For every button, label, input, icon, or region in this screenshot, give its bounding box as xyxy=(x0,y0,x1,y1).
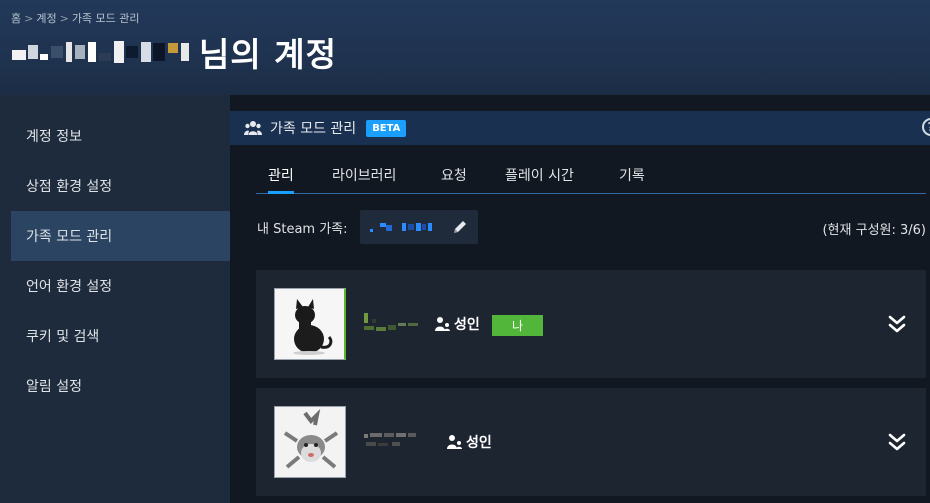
page-header: 홈 > 계정 > 가족 모드 관리 님의 계정 xyxy=(0,0,930,95)
family-icon xyxy=(244,121,262,135)
sidebar-item-label: 가족 모드 관리 xyxy=(26,229,113,245)
member-role: 성인 xyxy=(434,314,480,334)
family-label: 내 Steam 가족: xyxy=(257,221,348,237)
redacted-username xyxy=(364,433,416,446)
breadcrumb-current: 가족 모드 관리 xyxy=(71,12,140,25)
sidebar-item-cookies-browsing[interactable]: 쿠키 및 검색 xyxy=(11,311,230,361)
double-chevron-down-icon[interactable] xyxy=(888,314,906,334)
page-title-text: 님의 계정 xyxy=(199,35,337,74)
redacted-family-name xyxy=(369,223,432,232)
help-icon[interactable]: ? xyxy=(922,118,930,136)
tab-library[interactable]: 라이브러리 xyxy=(332,161,396,192)
tab-history[interactable]: 기록 xyxy=(619,161,645,192)
adult-user-icon xyxy=(447,435,462,449)
sidebar-item-family-management[interactable]: 가족 모드 관리 xyxy=(11,211,230,261)
edit-pencil-icon[interactable] xyxy=(452,219,468,235)
sidebar-item-store-preferences[interactable]: 상점 환경 설정 xyxy=(11,161,230,211)
sidebar-item-notification-settings[interactable]: 알림 설정 xyxy=(11,361,230,411)
redacted-username xyxy=(364,313,418,331)
breadcrumb-home-link[interactable]: 홈 xyxy=(11,12,21,25)
member-card: 성인 xyxy=(256,388,926,496)
member-role-label: 성인 xyxy=(466,435,492,451)
tab-manage[interactable]: 관리 xyxy=(268,161,294,194)
sidebar-item-account-info[interactable]: 계정 정보 xyxy=(11,111,230,161)
kitten-avatar-image xyxy=(275,407,345,477)
sidebar-item-label: 알림 설정 xyxy=(26,379,82,395)
member-role: 성인 xyxy=(446,432,492,452)
breadcrumb-separator: > xyxy=(24,12,34,25)
beta-badge: BETA xyxy=(366,119,407,137)
tab-requests[interactable]: 요청 xyxy=(441,161,467,192)
tab-bar: 관리 라이브러리 요청 플레이 시간 기록 xyxy=(256,161,926,194)
breadcrumb-separator: > xyxy=(59,12,69,25)
me-badge: 나 xyxy=(492,315,543,336)
member-card: 성인 나 xyxy=(256,270,926,378)
page-title: 님의 계정 xyxy=(12,34,337,74)
sidebar-item-label: 계정 정보 xyxy=(26,129,82,145)
family-name-row: 내 Steam 가족: xyxy=(257,210,478,244)
panel-title: 가족 모드 관리 xyxy=(270,121,357,137)
family-name-box[interactable] xyxy=(359,210,478,244)
main-content: 가족 모드 관리 BETA ? 관리 라이브러리 요청 플레이 시간 기록 내 … xyxy=(230,95,930,503)
avatar[interactable] xyxy=(274,406,346,478)
breadcrumb-account-link[interactable]: 계정 xyxy=(36,12,56,25)
double-chevron-down-icon[interactable] xyxy=(888,432,906,452)
redacted-account-name xyxy=(12,34,189,70)
sidebar-item-label: 언어 환경 설정 xyxy=(26,279,113,295)
tab-playtime[interactable]: 플레이 시간 xyxy=(505,161,574,192)
panel-header: 가족 모드 관리 BETA ? xyxy=(230,111,930,145)
sidebar-item-label: 상점 환경 설정 xyxy=(26,179,113,195)
adult-user-icon xyxy=(435,317,450,331)
sidebar-item-label: 쿠키 및 검색 xyxy=(26,329,100,345)
sidebar-item-language-preferences[interactable]: 언어 환경 설정 xyxy=(11,261,230,311)
member-count: (현재 구성원: 3/6) xyxy=(822,223,926,238)
avatar[interactable] xyxy=(274,288,346,360)
sidebar-nav: 계정 정보 상점 환경 설정 가족 모드 관리 언어 환경 설정 쿠키 및 검색… xyxy=(0,95,230,503)
member-role-label: 성인 xyxy=(454,317,480,333)
breadcrumb: 홈 > 계정 > 가족 모드 관리 xyxy=(11,10,140,26)
cat-avatar-image xyxy=(275,289,344,359)
